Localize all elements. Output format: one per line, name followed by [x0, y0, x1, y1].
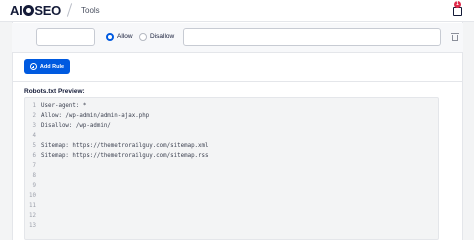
- trash-lid: [451, 33, 459, 34]
- logo-text-suffix: SEO: [34, 3, 61, 18]
- code-line: 3 Disallow: /wp-admin/: [25, 122, 111, 131]
- line-number: 3: [32, 123, 37, 129]
- disallow-radio[interactable]: [139, 33, 147, 41]
- trash-can: [452, 35, 458, 41]
- line-number: 8: [32, 173, 37, 179]
- line-number: 13: [29, 223, 36, 229]
- line-number: 4: [32, 133, 37, 139]
- code-line: 2 Allow: /wp-admin/admin-ajax.php: [25, 112, 150, 121]
- allow-radio-label: Allow: [117, 33, 133, 40]
- notifications-button[interactable]: 1: [452, 1, 463, 16]
- inbox-icon: [453, 7, 462, 16]
- line-number: 9: [32, 183, 37, 189]
- line-text: Allow: /wp-admin/admin-ajax.php: [41, 113, 150, 119]
- add-rule-label: Add Rule: [39, 63, 65, 70]
- allow-radio[interactable]: [106, 33, 114, 41]
- code-line: 6 Sitemap: https://themetrorailguy.com/si…: [25, 152, 209, 161]
- line-text: Sitemap: https://themetrorailguy.com/sit…: [41, 153, 209, 159]
- code-line: 7: [25, 162, 41, 171]
- code-line: 9: [25, 182, 41, 191]
- line-number: 10: [29, 193, 36, 199]
- code-line: 12: [25, 212, 41, 221]
- robots-preview-code: 1 User-agent: * 2 Allow: /wp-admin/admin-a…: [24, 97, 439, 240]
- header-separator: [66, 3, 73, 17]
- add-rule-button[interactable]: Add Rule: [24, 59, 70, 74]
- top-bar: AI SEO Tools 1: [0, 0, 474, 22]
- line-number: 7: [32, 163, 37, 169]
- line-text: Disallow: /wp-admin/: [41, 123, 111, 129]
- logo-gear-icon: [22, 5, 34, 16]
- aioseo-logo[interactable]: AI SEO: [10, 3, 61, 18]
- directory-path-input[interactable]: [183, 28, 441, 46]
- logo-text-prefix: AI: [10, 3, 23, 18]
- line-number: 2: [32, 113, 37, 119]
- section-divider: [12, 81, 463, 82]
- line-number: 12: [29, 213, 36, 219]
- page-title: Tools: [81, 6, 100, 15]
- line-number: 1: [32, 103, 37, 109]
- line-number: 5: [32, 143, 37, 149]
- notification-badge: 1: [454, 1, 461, 8]
- disallow-radio-label: Disallow: [150, 33, 175, 40]
- code-line: 5 Sitemap: https://themetrorailguy.com/si…: [25, 142, 209, 151]
- code-line: 13: [25, 222, 41, 231]
- user-agent-input[interactable]: [36, 28, 95, 46]
- code-line: 11: [25, 202, 41, 211]
- code-line: 8: [25, 172, 41, 181]
- code-line: 10: [25, 192, 41, 201]
- line-text: User-agent: *: [41, 103, 87, 109]
- line-text: Sitemap: https://themetrorailguy.com/sit…: [41, 143, 209, 149]
- trash-icon[interactable]: [451, 33, 459, 41]
- line-number: 11: [29, 203, 36, 209]
- code-line: 1 User-agent: *: [25, 102, 87, 111]
- code-line: 4: [25, 132, 41, 141]
- plus-circle-icon: [29, 63, 37, 70]
- preview-title: Robots.txt Preview:: [24, 88, 85, 95]
- rule-row: Allow Disallow: [12, 23, 463, 53]
- line-number: 6: [32, 153, 37, 159]
